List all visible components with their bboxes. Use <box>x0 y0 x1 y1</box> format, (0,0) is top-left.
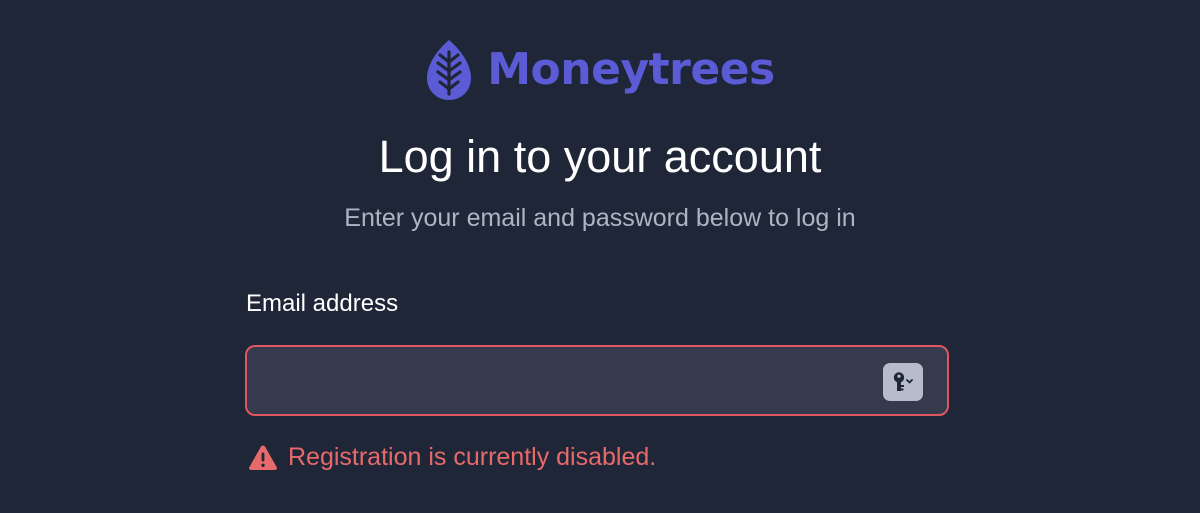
error-text: Registration is currently disabled. <box>288 443 657 471</box>
page-subtitle: Enter your email and password below to l… <box>344 204 856 232</box>
password-manager-button[interactable] <box>883 363 923 401</box>
email-field-container <box>245 345 949 416</box>
key-icon <box>893 372 913 391</box>
page-title: Log in to your account <box>378 131 822 182</box>
brand-name: Moneytrees <box>487 44 775 95</box>
email-field[interactable] <box>247 347 867 414</box>
warning-triangle-icon <box>249 445 277 470</box>
error-message: Registration is currently disabled. <box>248 443 656 472</box>
email-field-label: Email address <box>246 290 399 317</box>
brand-header: Moneytrees <box>0 38 1200 102</box>
leaf-icon <box>427 40 472 100</box>
login-page: Moneytrees Log in to your account Enter … <box>0 0 1200 513</box>
